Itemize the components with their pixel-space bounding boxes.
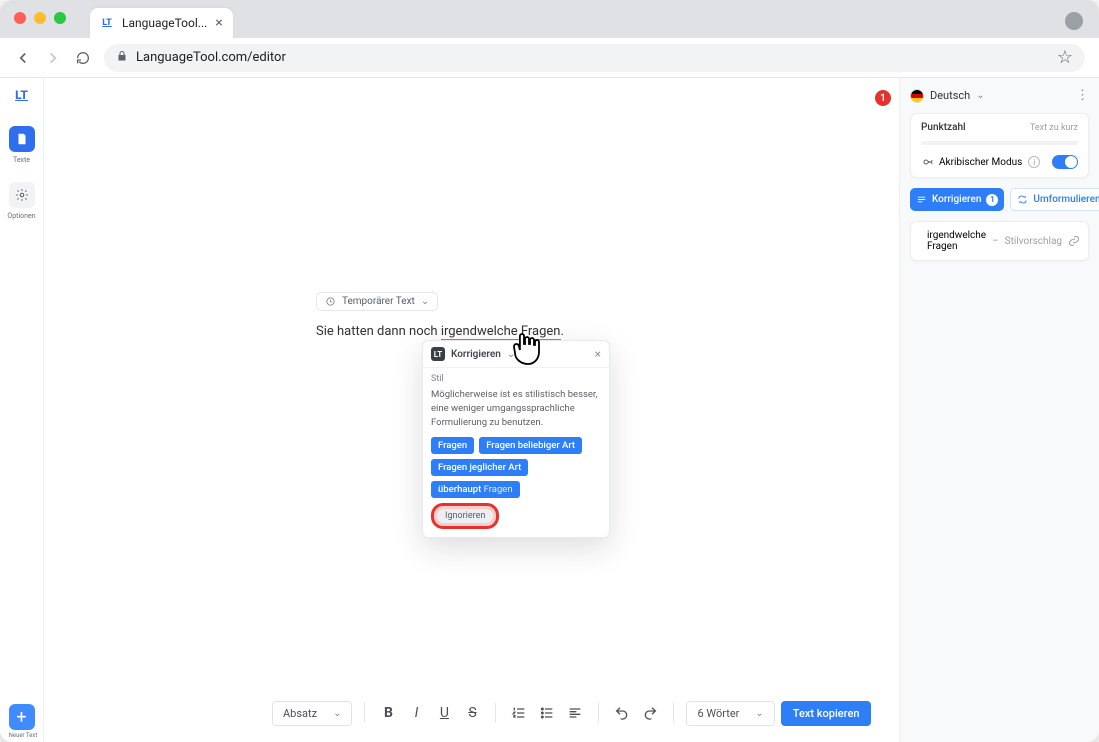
infinity-icon bbox=[921, 158, 933, 166]
redo-button[interactable] bbox=[639, 702, 661, 724]
panel-menu-button[interactable]: ⋮ bbox=[1076, 88, 1089, 103]
score-bar bbox=[921, 141, 1078, 145]
chevron-down-icon[interactable]: ⌄ bbox=[507, 349, 515, 360]
left-rail: LT Texte Optionen + Neuer Text bbox=[0, 78, 44, 742]
korrigieren-button[interactable]: Korrigieren 1 bbox=[910, 188, 1004, 211]
mode-toggle[interactable] bbox=[1052, 155, 1078, 169]
strikethrough-button[interactable]: S bbox=[461, 702, 483, 724]
paragraph-select-label: Absatz bbox=[283, 707, 317, 720]
chevron-down-icon: ⌄ bbox=[333, 708, 341, 719]
wordcount-select[interactable]: 6 Wörter ⌄ bbox=[686, 701, 774, 726]
popover-message: Möglicherweise ist es stilistisch besser… bbox=[431, 388, 601, 429]
rail-options-button[interactable] bbox=[9, 182, 35, 208]
profile-avatar[interactable] bbox=[1065, 12, 1083, 30]
browser-urlbar: LanguageTool.com/editor ☆ bbox=[0, 38, 1099, 78]
star-icon[interactable]: ☆ bbox=[1057, 47, 1073, 68]
document-title-chip[interactable]: Temporärer Text ⌄ bbox=[316, 292, 438, 311]
bold-button[interactable]: B bbox=[377, 702, 399, 724]
suggestion-chip-4[interactable]: überhaupt Fragen bbox=[431, 481, 520, 498]
suggestion-chip-1[interactable]: Fragen bbox=[431, 437, 474, 454]
nav-back-button[interactable] bbox=[14, 49, 32, 67]
tab-title: LanguageTool... bbox=[122, 16, 207, 30]
nav-forward-button[interactable] bbox=[44, 49, 62, 67]
rail-options-label: Optionen bbox=[7, 212, 35, 220]
url-text: LanguageTool.com/editor bbox=[136, 50, 286, 65]
suggestion-category: Stilvorschlag bbox=[1005, 236, 1062, 247]
suggestion-phrase: irgendwelche Fragen bbox=[927, 230, 986, 252]
window-minimize-button[interactable] bbox=[34, 12, 46, 24]
language-label: Deutsch bbox=[930, 89, 970, 102]
mode-label: Akribischer Modus bbox=[939, 157, 1022, 168]
rail-texte-button[interactable] bbox=[9, 126, 35, 152]
tab-close-button[interactable]: × bbox=[215, 15, 222, 31]
text-prefix: Sie hatten dann noch bbox=[316, 324, 441, 339]
german-flag-icon bbox=[910, 89, 924, 103]
correct-icon bbox=[916, 194, 927, 205]
score-card: Punktzahl Text zu kurz Akribischer Modus… bbox=[910, 113, 1089, 178]
separator bbox=[598, 703, 599, 723]
umformulieren-button[interactable]: Umformulieren bbox=[1010, 188, 1099, 211]
popover-category: Stil bbox=[431, 374, 601, 384]
action-row: Korrigieren 1 Umformulieren bbox=[910, 188, 1089, 211]
language-selector[interactable]: Deutsch ⌄ ⋮ bbox=[910, 88, 1089, 103]
rail-texte-label: Texte bbox=[13, 156, 30, 164]
nav-reload-button[interactable] bbox=[74, 49, 92, 67]
korrigieren-count: 1 bbox=[986, 194, 998, 206]
rephrase-icon bbox=[1017, 194, 1028, 205]
italic-button[interactable]: I bbox=[405, 702, 427, 724]
tab-favicon: LT bbox=[100, 16, 114, 30]
right-panel: Deutsch ⌄ ⋮ Punktzahl Text zu kurz Akrib… bbox=[899, 78, 1099, 742]
underline-button[interactable]: U bbox=[433, 702, 455, 724]
ordered-list-button[interactable] bbox=[508, 702, 530, 724]
score-label: Punktzahl bbox=[921, 122, 966, 133]
browser-tabbar: LT LanguageTool... × bbox=[0, 0, 1099, 38]
window-controls bbox=[14, 12, 66, 24]
separator bbox=[364, 703, 365, 723]
info-icon[interactable]: i bbox=[1028, 156, 1040, 168]
separator bbox=[495, 703, 496, 723]
popover-title: Korrigieren bbox=[451, 349, 501, 360]
korrigieren-label: Korrigieren bbox=[932, 194, 981, 205]
document-title-text: Temporärer Text bbox=[342, 296, 415, 307]
window-maximize-button[interactable] bbox=[54, 12, 66, 24]
wordcount-label: 6 Wörter bbox=[697, 707, 739, 720]
align-button[interactable] bbox=[564, 702, 586, 724]
popover-header: LT Korrigieren ⌄ × bbox=[423, 341, 609, 368]
style-issue-span[interactable]: irgendwelche Fragen bbox=[441, 324, 561, 341]
suggestion-popover: LT Korrigieren ⌄ × Stil Möglicherweise i… bbox=[422, 340, 610, 538]
text-suffix: . bbox=[561, 324, 564, 339]
lt-logo-icon[interactable]: LT bbox=[15, 88, 28, 102]
editor-area: 1 Temporärer Text ⌄ Sie hatten dann noch… bbox=[44, 78, 899, 742]
copy-text-button[interactable]: Text kopieren bbox=[781, 701, 872, 726]
unordered-list-button[interactable] bbox=[536, 702, 558, 724]
link-icon[interactable] bbox=[1068, 235, 1080, 247]
suggestion-card[interactable]: irgendwelche Fragen – Stilvorschlag bbox=[910, 221, 1089, 261]
window-close-button[interactable] bbox=[14, 12, 26, 24]
lt-badge-icon: LT bbox=[431, 347, 445, 361]
suggestion-sep: – bbox=[992, 236, 999, 247]
browser-tab[interactable]: LT LanguageTool... × bbox=[90, 8, 233, 38]
chevron-down-icon: ⌄ bbox=[755, 708, 763, 719]
suggestion-chip-2[interactable]: Fragen beliebiger Art bbox=[479, 437, 582, 454]
bottom-toolbar: Absatz ⌄ B I U S bbox=[272, 698, 871, 728]
editor-text-line[interactable]: Sie hatten dann noch irgendwelche Fragen… bbox=[316, 324, 564, 339]
meticulous-mode-row: Akribischer Modus i bbox=[921, 155, 1078, 169]
rail-new-text-button[interactable]: + bbox=[9, 704, 35, 730]
paragraph-select[interactable]: Absatz ⌄ bbox=[272, 701, 352, 726]
score-hint: Text zu kurz bbox=[1030, 123, 1078, 133]
lock-icon bbox=[116, 50, 128, 65]
chevron-down-icon: ⌄ bbox=[421, 296, 429, 307]
separator bbox=[673, 703, 674, 723]
ignore-highlight: Ignorieren bbox=[431, 503, 499, 529]
chevron-down-icon: ⌄ bbox=[976, 90, 984, 101]
url-input[interactable]: LanguageTool.com/editor ☆ bbox=[104, 44, 1085, 72]
suggestion-chip-3[interactable]: Fragen jeglicher Art bbox=[431, 459, 528, 476]
undo-button[interactable] bbox=[611, 702, 633, 724]
ignore-button[interactable]: Ignorieren bbox=[437, 509, 493, 523]
umformulieren-label: Umformulieren bbox=[1033, 194, 1099, 205]
rail-new-text-label: Neuer Text bbox=[6, 732, 40, 739]
error-count-badge[interactable]: 1 bbox=[875, 90, 891, 106]
popover-close-button[interactable]: × bbox=[595, 347, 601, 361]
